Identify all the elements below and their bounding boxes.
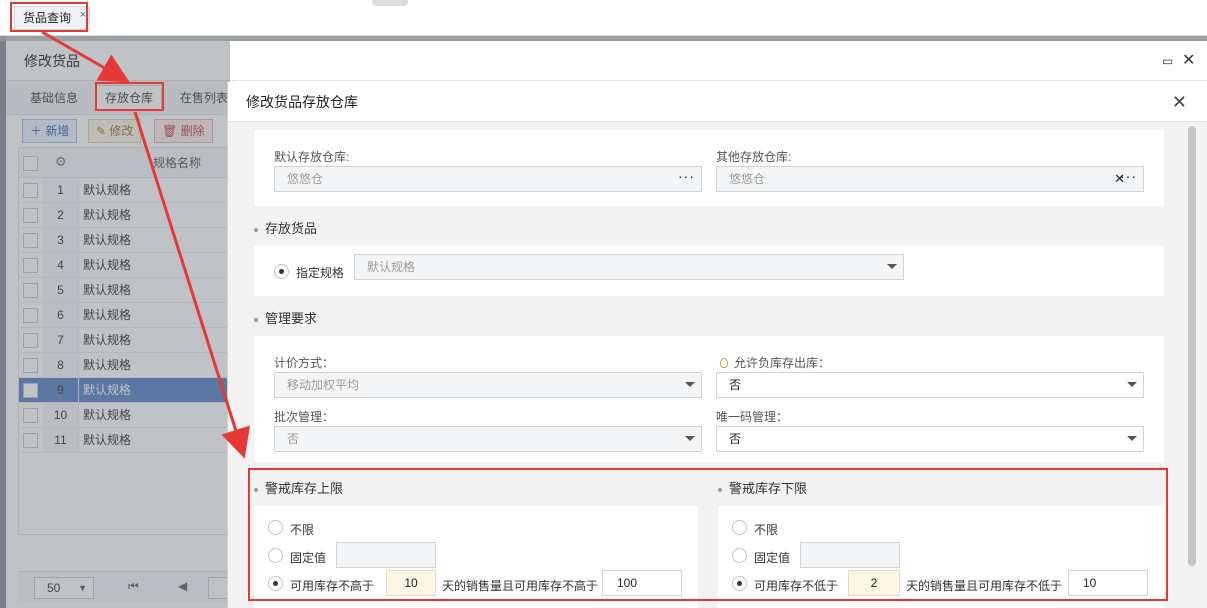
annotation-arrow-2: [133, 111, 250, 459]
annotation-arrow-1: [41, 30, 130, 83]
annotation-arrows: [41, 30, 250, 459]
